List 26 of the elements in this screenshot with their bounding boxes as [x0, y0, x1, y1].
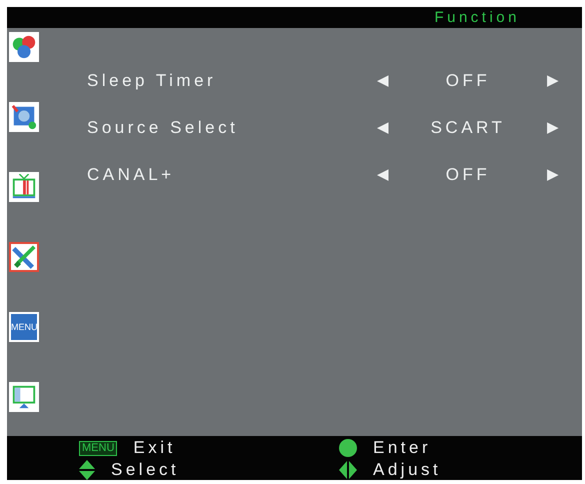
right-arrow-icon[interactable]: ▶ [547, 164, 559, 186]
setting-value: OFF [444, 70, 492, 92]
left-right-icon [339, 461, 357, 479]
hint-label: Exit [133, 437, 176, 460]
setting-label: Source Select [87, 117, 240, 140]
setting-value: SCART [430, 117, 506, 140]
right-arrow-icon[interactable]: ▶ [547, 116, 559, 140]
dot-icon [339, 439, 357, 457]
monitor-icon[interactable] [9, 382, 39, 412]
left-arrow-icon[interactable]: ◀ [377, 70, 389, 92]
setting-label: CANAL+ [87, 164, 176, 186]
menu-title: Function [434, 8, 520, 28]
up-down-icon [79, 460, 95, 480]
hint-label: Enter [373, 437, 432, 460]
tools-icon[interactable] [9, 242, 39, 272]
rgb-circles-icon[interactable] [9, 32, 39, 62]
left-arrow-icon[interactable]: ◀ [377, 116, 389, 140]
right-arrow-icon[interactable]: ▶ [547, 70, 559, 92]
setting-value: OFF [444, 164, 492, 186]
tv-icon[interactable] [9, 172, 39, 202]
hint-label: Select [111, 459, 180, 482]
menu-icon[interactable]: MENU [9, 312, 39, 342]
menu-key-icon: MENU [79, 440, 118, 456]
setting-label: Sleep Timer [87, 70, 218, 92]
hint-label: Adjust [373, 459, 442, 482]
left-arrow-icon[interactable]: ◀ [377, 164, 389, 186]
